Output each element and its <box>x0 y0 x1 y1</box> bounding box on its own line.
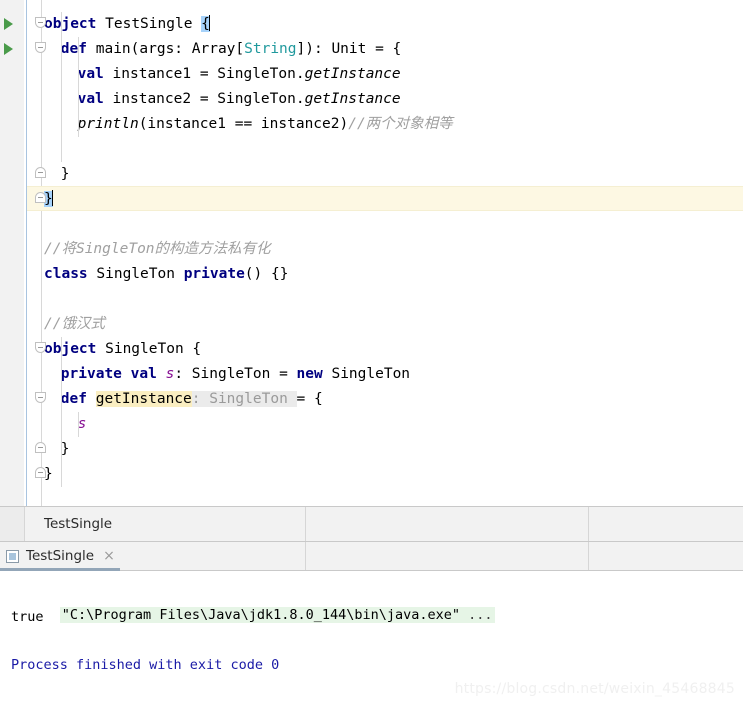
breadcrumb-item-testsingle[interactable]: TestSingle <box>44 516 112 532</box>
run-tab-label: TestSingle <box>26 548 95 564</box>
code-text-layer[interactable]: object TestSingle {def main(args: Array[… <box>0 0 743 506</box>
code-token: instance1 = SingleTon. <box>103 66 305 82</box>
code-token: () {} <box>244 266 289 282</box>
code-token: val <box>77 91 104 107</box>
code-token: = { <box>296 391 323 407</box>
code-line[interactable]: class SingleTon private() {} <box>44 262 288 287</box>
code-line[interactable]: private val s: SingleTon = new SingleTon <box>61 362 410 387</box>
code-line[interactable]: val instance1 = SingleTon.getInstance <box>78 62 401 87</box>
console-exit-message: Process finished with exit code 0 <box>11 657 280 673</box>
code-line[interactable]: //饿汉式 <box>44 312 105 337</box>
close-icon[interactable]: × <box>103 549 115 563</box>
code-token: private <box>183 266 245 282</box>
code-fold-open-icon[interactable] <box>35 42 48 55</box>
code-token: object <box>44 16 97 32</box>
run-tab-testsingle[interactable]: TestSingle × <box>0 542 123 570</box>
code-token: } <box>60 441 70 457</box>
console-output-line: true <box>11 609 44 625</box>
watermark: https://blog.csdn.net/weixin_45468845 <box>454 681 735 697</box>
code-token: new <box>296 366 323 382</box>
code-line[interactable]: } <box>61 437 70 462</box>
console-command-line: "C:\Program Files\Java\jdk1.8.0_144\bin\… <box>59 607 495 623</box>
code-fold-open-icon[interactable] <box>35 17 48 30</box>
code-token: getInstance <box>95 391 192 407</box>
code-fold-close-icon[interactable] <box>35 192 48 205</box>
code-line[interactable]: val instance2 = SingleTon.getInstance <box>78 87 401 112</box>
breadcrumb-divider-1 <box>24 507 25 541</box>
run-gutter-icon[interactable] <box>4 18 13 30</box>
code-token: String <box>244 41 297 57</box>
code-token: val <box>77 66 104 82</box>
code-token: main(args: Array[ <box>87 41 245 57</box>
code-fold-open-icon[interactable] <box>35 392 48 405</box>
code-line[interactable]: def getInstance: SingleTon = { <box>61 387 323 412</box>
code-token: val <box>130 366 157 382</box>
text-caret <box>51 190 53 206</box>
code-fold-close-icon[interactable] <box>35 442 48 455</box>
run-configuration-icon <box>6 549 19 563</box>
run-tab-divider-1 <box>305 542 306 570</box>
code-token: SingleTon <box>322 366 411 382</box>
breadcrumb-divider-3 <box>588 507 589 541</box>
run-tab-divider-2 <box>588 542 589 570</box>
code-token: getInstance <box>304 66 401 82</box>
code-token: getInstance <box>304 91 401 107</box>
code-fold-open-icon[interactable] <box>35 342 48 355</box>
indent-guide <box>78 412 79 437</box>
code-token: (instance1 == instance2) <box>138 116 349 132</box>
code-fold-close-icon[interactable] <box>35 467 48 480</box>
code-token: def <box>60 391 87 407</box>
run-gutter-icon[interactable] <box>4 43 13 55</box>
code-token: class <box>44 266 88 282</box>
code-token: } <box>60 166 70 182</box>
code-token: TestSingle <box>105 16 193 32</box>
code-token: //将SingleTon的构造方法私有化 <box>44 241 271 257</box>
console-command-ellipsis: ... <box>460 607 493 623</box>
code-token: instance2 = SingleTon. <box>103 91 305 107</box>
code-token: s <box>165 366 175 382</box>
code-token: def <box>60 41 87 57</box>
indent-guide <box>78 37 79 137</box>
code-line[interactable]: def main(args: Array[String]): Unit = { <box>61 37 402 62</box>
code-line[interactable]: } <box>61 162 70 187</box>
code-token: //饿汉式 <box>44 316 105 332</box>
code-token: println <box>77 116 139 132</box>
console-command-text: "C:\Program Files\Java\jdk1.8.0_144\bin\… <box>61 607 461 623</box>
breadcrumb-left-strip <box>0 507 24 541</box>
code-line[interactable]: object SingleTon { <box>44 337 201 362</box>
code-token: //两个对象相等 <box>348 116 453 132</box>
code-token: SingleTon <box>87 266 184 282</box>
code-token: ]): Unit = { <box>296 41 402 57</box>
code-token: SingleTon { <box>96 341 202 357</box>
indent-guide <box>61 337 62 487</box>
code-editor[interactable]: object TestSingle {def main(args: Array[… <box>0 0 743 506</box>
code-token: object <box>44 341 97 357</box>
code-token: : SingleTon <box>191 391 297 407</box>
breadcrumb-divider-2 <box>305 507 306 541</box>
code-fold-close-icon[interactable] <box>35 167 48 180</box>
code-line[interactable]: //将SingleTon的构造方法私有化 <box>44 237 271 262</box>
indent-guide <box>61 12 62 162</box>
code-token: private <box>60 366 122 382</box>
code-token: : SingleTon = <box>174 366 297 382</box>
code-line[interactable]: println(instance1 == instance2)//两个对象相等 <box>78 112 453 137</box>
code-line[interactable]: object TestSingle { <box>44 12 210 37</box>
breadcrumb-bar[interactable]: TestSingle <box>0 506 743 542</box>
run-tab-bar[interactable]: TestSingle × <box>0 542 743 571</box>
text-caret <box>208 15 210 31</box>
